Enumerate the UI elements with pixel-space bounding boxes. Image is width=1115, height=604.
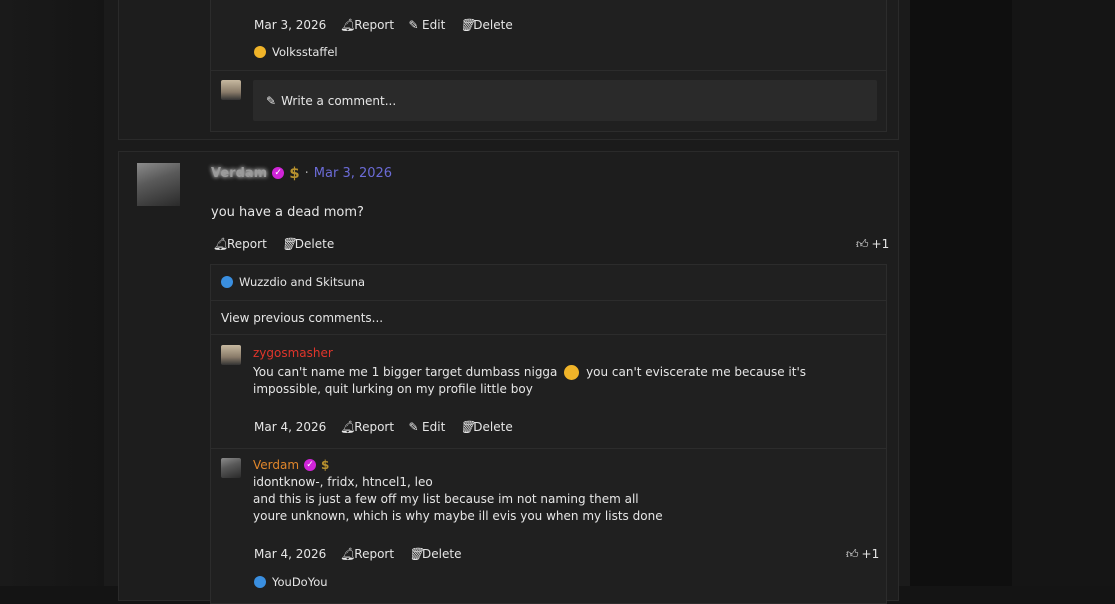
post-date[interactable]: Mar 3, 2026 — [314, 166, 392, 181]
commenter-avatar[interactable] — [221, 345, 241, 365]
commenter-avatar[interactable] — [221, 458, 241, 478]
thumbs-up-icon: 👍︎ — [846, 546, 859, 561]
delete-button[interactable]: 🗑︎ Delete — [459, 420, 512, 434]
pencil-icon: ✎ — [408, 419, 419, 434]
commenter-header: Verdam ✓ $ — [253, 458, 329, 472]
author-name[interactable]: Verdam — [211, 166, 267, 181]
divider — [211, 300, 886, 301]
commenter-name[interactable]: Verdam — [253, 458, 299, 472]
like-count: +1 — [861, 547, 880, 561]
trash-icon: 🗑︎ — [459, 419, 475, 434]
comment-line: idontknow-, fridx, htncel1, leo — [253, 475, 433, 489]
bell-icon: 🔔︎ — [340, 17, 356, 32]
delete-button[interactable]: 🗑︎ Delete — [459, 18, 512, 32]
like-icon — [254, 576, 266, 588]
pencil-icon: ✎ — [266, 93, 277, 108]
money-icon: $ — [321, 458, 330, 472]
report-button[interactable]: 🔔︎ Report — [213, 237, 267, 251]
bell-icon: 🔔︎ — [340, 419, 356, 434]
trash-icon: 🗑︎ — [280, 236, 297, 251]
pencil-icon: ✎ — [408, 17, 419, 32]
delete-button[interactable]: 🗑︎ Delete — [408, 547, 461, 561]
like-button[interactable]: 👍︎ +1 — [856, 236, 889, 252]
post-header: Verdam ✓ $ · Mar 3, 2026 — [211, 164, 392, 182]
trash-icon: 🗑︎ — [459, 17, 475, 32]
reaction-user: Volksstaffel — [272, 45, 338, 59]
comment-line: and this is just a few off my list becau… — [253, 492, 639, 506]
comment-date[interactable]: Mar 4, 2026 — [254, 420, 326, 434]
comment-actions: Mar 4, 2026 🔔︎ Report 🗑︎ Delete — [254, 546, 475, 562]
reaction-user: YouDoYou — [272, 575, 328, 589]
current-user-avatar — [221, 80, 241, 100]
divider — [211, 448, 886, 449]
verified-icon: ✓ — [272, 167, 285, 179]
divider — [211, 334, 886, 335]
laughing-emoji-icon — [564, 365, 580, 380]
like-button[interactable]: 👍︎ +1 — [846, 546, 879, 562]
view-previous-comments-link[interactable]: View previous comments... — [221, 310, 383, 327]
like-count: +1 — [871, 237, 890, 251]
divider — [211, 70, 886, 71]
author-avatar[interactable] — [137, 163, 180, 206]
separator: · — [304, 165, 309, 181]
like-icon — [221, 276, 233, 288]
comment-actions: Mar 3, 2026 🔔︎ Report ✎ Edit 🗑︎ Delete — [254, 17, 527, 33]
commenter-name[interactable]: zygosmasher — [253, 345, 333, 362]
comment-reactions[interactable]: YouDoYou — [254, 575, 328, 589]
comment-date[interactable]: Mar 4, 2026 — [254, 547, 326, 561]
verified-icon: ✓ — [304, 459, 317, 471]
bell-icon: 🔔︎ — [340, 546, 356, 561]
write-comment-input[interactable]: ✎ Write a comment... — [253, 80, 877, 121]
report-button[interactable]: 🔔︎ Report — [340, 547, 394, 561]
comment-actions: Mar 4, 2026 🔔︎ Report ✎ Edit 🗑︎ Delete — [254, 419, 527, 435]
delete-button[interactable]: 🗑︎ Delete — [281, 237, 334, 251]
report-button[interactable]: 🔔︎ Report — [340, 420, 394, 434]
edit-button[interactable]: ✎ Edit — [408, 17, 446, 32]
bell-icon: 🔔︎ — [213, 236, 229, 251]
post-actions: 🔔︎ Report 🗑︎ Delete — [213, 236, 348, 252]
reactions-by: Wuzzdio and Skitsuna — [239, 275, 366, 289]
post-body: you have a dead mom? — [211, 205, 364, 220]
comment-text: You can't name me 1 bigger target dumbas… — [253, 365, 807, 396]
thumbs-up-icon: 👍︎ — [856, 236, 869, 251]
comment-reactions[interactable]: Volksstaffel — [254, 45, 338, 59]
comment-line: youre unknown, which is why maybe ill ev… — [253, 509, 663, 523]
comment-date[interactable]: Mar 3, 2026 — [254, 18, 326, 32]
trash-icon: 🗑︎ — [408, 546, 424, 561]
heart-eyes-emoji-icon — [254, 46, 266, 58]
edit-button[interactable]: ✎ Edit — [408, 419, 446, 434]
report-button[interactable]: 🔔︎ Report — [340, 18, 394, 32]
money-icon: $ — [289, 164, 300, 182]
post-reactions[interactable]: Wuzzdio and Skitsuna — [221, 275, 365, 289]
